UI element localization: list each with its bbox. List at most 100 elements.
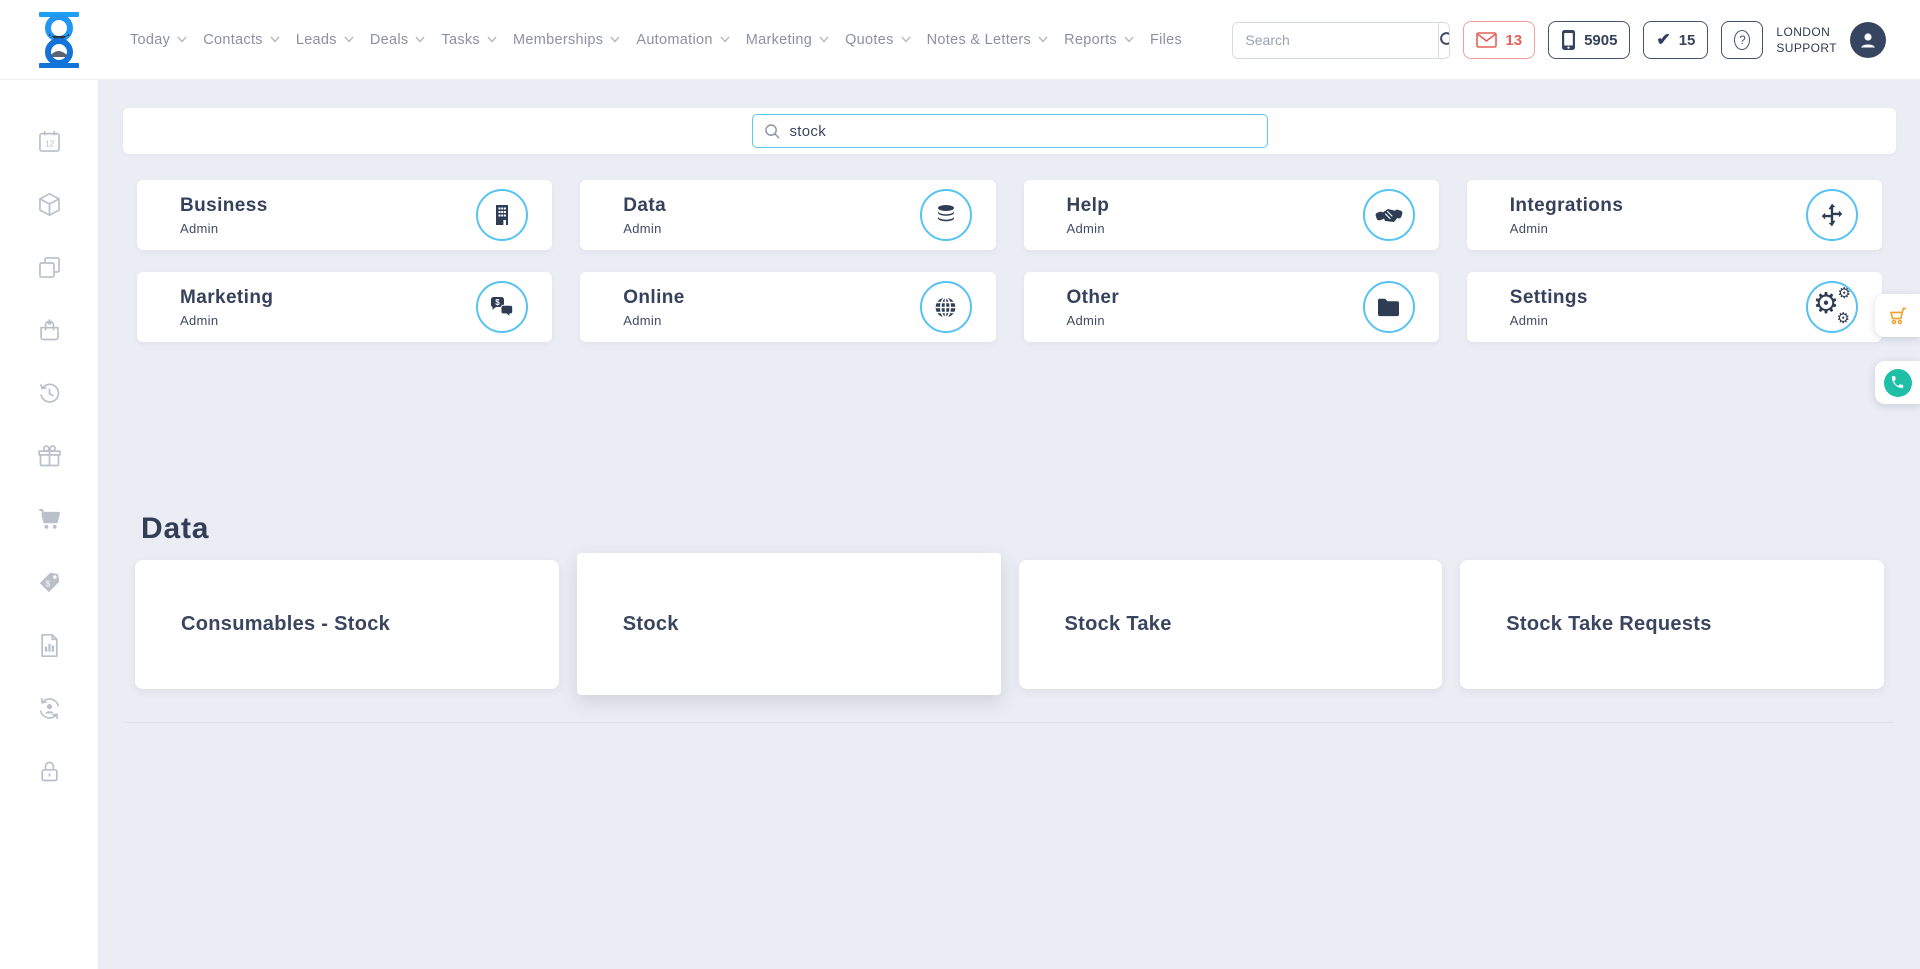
copy-icon[interactable]: [36, 254, 63, 281]
chevron-down-icon: [344, 36, 354, 43]
cart-orange-icon: [1886, 304, 1910, 328]
svg-text:$: $: [496, 298, 501, 307]
menu-label: Quotes: [845, 32, 894, 48]
report-document-icon[interactable]: [36, 632, 63, 659]
menu-item-automation[interactable]: Automation: [636, 32, 729, 48]
app-screen: Today Contacts Leads Deals Tasks Members…: [0, 0, 1920, 969]
icon-circle: $: [476, 281, 528, 333]
chevron-down-icon: [415, 36, 425, 43]
global-search-input[interactable]: [1233, 23, 1438, 58]
menu-label: Notes & Letters: [927, 32, 1031, 48]
result-card-stock[interactable]: Stock: [577, 553, 1001, 695]
phone-launcher-button[interactable]: [1875, 361, 1920, 404]
handshake-icon: [1375, 204, 1403, 226]
category-card-marketing[interactable]: Marketing Admin $: [137, 272, 552, 342]
chevron-down-icon: [270, 36, 280, 43]
globe-icon: [933, 295, 958, 320]
move-icon: [1819, 202, 1845, 228]
global-search-button[interactable]: [1438, 23, 1450, 58]
menu-item-today[interactable]: Today: [130, 32, 187, 48]
calendar-icon[interactable]: 12: [36, 128, 63, 155]
category-grid: Business Admin Data Admin: [137, 180, 1882, 342]
menu-label: Today: [130, 32, 170, 48]
cart-launcher-button[interactable]: [1875, 294, 1920, 337]
package-icon[interactable]: [36, 191, 63, 218]
menu-label: Tasks: [441, 32, 480, 48]
calls-button[interactable]: 5905: [1548, 21, 1630, 59]
lock-icon[interactable]: [36, 758, 63, 785]
menu-item-marketing[interactable]: Marketing: [746, 32, 829, 48]
chevron-down-icon: [1124, 36, 1134, 43]
category-card-settings[interactable]: Settings Admin ⚙ ⚙ ⚙: [1467, 272, 1882, 342]
folder-icon: [1376, 297, 1401, 318]
menu-label: Files: [1150, 32, 1182, 48]
gears-icon: ⚙ ⚙ ⚙: [1815, 290, 1849, 324]
menu-item-reports[interactable]: Reports: [1064, 32, 1134, 48]
history-icon[interactable]: [36, 380, 63, 407]
inbox-button[interactable]: 13: [1463, 21, 1535, 59]
search-icon: [1439, 31, 1450, 49]
phone-circle: [1884, 369, 1912, 397]
envelope-icon: [1476, 32, 1497, 48]
menu-item-notes-letters[interactable]: Notes & Letters: [927, 32, 1048, 48]
database-icon: [934, 203, 958, 227]
person-icon: [1858, 30, 1878, 50]
result-title: Stock Take Requests: [1506, 613, 1711, 636]
gear-icon: ⚙: [1813, 290, 1839, 319]
menu-label: Memberships: [513, 32, 603, 48]
result-card-consumables-stock[interactable]: Consumables - Stock: [135, 560, 559, 689]
menu-item-files[interactable]: Files: [1150, 32, 1182, 48]
menu-item-memberships[interactable]: Memberships: [513, 32, 620, 48]
user-name-line2: SUPPORT: [1776, 40, 1837, 56]
gift-icon[interactable]: [36, 443, 63, 470]
result-card-stock-take[interactable]: Stock Take: [1019, 560, 1443, 689]
category-card-integrations[interactable]: Integrations Admin: [1467, 180, 1882, 250]
comments-dollar-icon: $: [489, 295, 515, 319]
menu-item-quotes[interactable]: Quotes: [845, 32, 911, 48]
menu-item-leads[interactable]: Leads: [296, 32, 354, 48]
left-sidebar: 12: [0, 80, 99, 969]
svg-text:12: 12: [44, 139, 54, 149]
cart-icon[interactable]: [36, 506, 63, 533]
user-name-line1: LONDON: [1776, 24, 1837, 40]
avatar[interactable]: [1850, 22, 1886, 58]
module-search-panel: [123, 108, 1896, 154]
help-button[interactable]: ?: [1721, 21, 1763, 59]
results-section-heading: Data: [141, 512, 1920, 546]
menu-item-contacts[interactable]: Contacts: [203, 32, 280, 48]
chevron-down-icon: [487, 36, 497, 43]
menu-label: Contacts: [203, 32, 263, 48]
user-sync-icon[interactable]: [36, 695, 63, 722]
inbox-count: 13: [1505, 32, 1522, 49]
module-search-input[interactable]: [790, 123, 1256, 140]
check-icon: ✔: [1656, 30, 1670, 50]
bag-download-icon[interactable]: [36, 317, 63, 344]
chevron-down-icon: [1038, 36, 1048, 43]
result-title: Stock Take: [1065, 613, 1172, 636]
result-card-stock-take-requests[interactable]: Stock Take Requests: [1460, 560, 1884, 689]
category-card-data[interactable]: Data Admin: [580, 180, 995, 250]
tasks-done-button[interactable]: ✔ 15: [1643, 21, 1708, 59]
user-identity[interactable]: LONDON SUPPORT: [1776, 24, 1837, 56]
menu-item-deals[interactable]: Deals: [370, 32, 426, 48]
module-search-box: [752, 114, 1268, 148]
main-content: Business Admin Data Admin: [99, 80, 1920, 969]
icon-circle: ⚙ ⚙ ⚙: [1806, 281, 1858, 333]
question-circle-icon: ?: [1734, 30, 1750, 50]
icon-circle: [920, 281, 972, 333]
price-tag-icon[interactable]: $: [36, 569, 63, 596]
chevron-down-icon: [610, 36, 620, 43]
category-card-other[interactable]: Other Admin: [1024, 272, 1439, 342]
search-icon: [764, 123, 781, 140]
category-card-online[interactable]: Online Admin: [580, 272, 995, 342]
hourglass-logo-icon[interactable]: [36, 11, 82, 69]
svg-text:$: $: [45, 580, 50, 589]
gear-icon: ⚙: [1837, 311, 1850, 326]
menu-item-tasks[interactable]: Tasks: [441, 32, 497, 48]
category-card-help[interactable]: Help Admin: [1024, 180, 1439, 250]
gear-icon: ⚙: [1838, 286, 1851, 301]
result-title: Stock: [623, 613, 679, 636]
category-card-business[interactable]: Business Admin: [137, 180, 552, 250]
icon-circle: [920, 189, 972, 241]
mobile-phone-icon: [1561, 29, 1576, 51]
